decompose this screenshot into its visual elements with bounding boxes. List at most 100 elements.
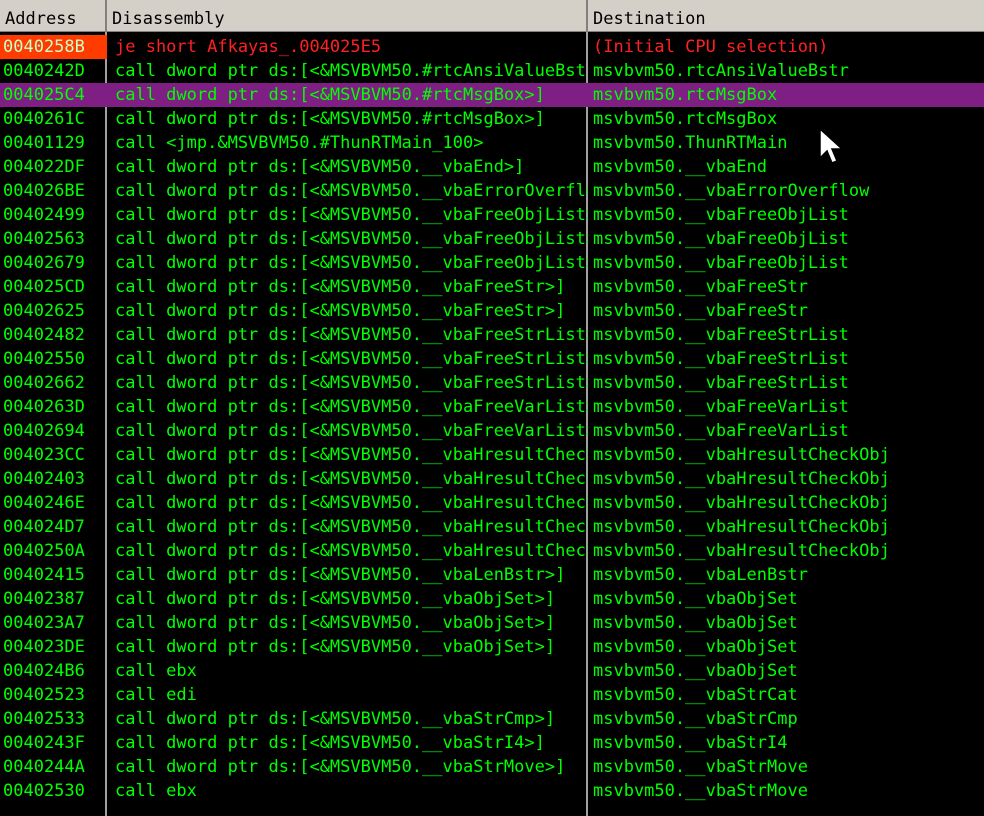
row-destination[interactable]: msvbvm50.__vbaObjSet [588, 611, 984, 635]
row-address[interactable]: 0040246E [0, 491, 107, 515]
row-address[interactable]: 00402625 [0, 299, 107, 323]
table-row[interactable]: 004023A7 call dword ptr ds:[<&MSVBVM50.__… [0, 611, 984, 635]
table-row[interactable]: 004026BE call dword ptr ds:[<&MSVBVM50.__… [0, 179, 984, 203]
row-disassembly[interactable]: call dword ptr ds:[<&MSVBVM50.__vbaHresu… [107, 539, 588, 563]
row-destination[interactable]: msvbvm50.rtcMsgBox [588, 107, 984, 131]
table-row[interactable]: 00402563 call dword ptr ds:[<&MSVBVM50.__… [0, 227, 984, 251]
row-disassembly[interactable]: call dword ptr ds:[<&MSVBVM50.__vbaObjSe… [107, 587, 588, 611]
table-row[interactable]: 00402482 call dword ptr ds:[<&MSVBVM50.__… [0, 323, 984, 347]
table-row[interactable]: 00402679 call dword ptr ds:[<&MSVBVM50.__… [0, 251, 984, 275]
column-header-destination[interactable]: Destination [588, 0, 984, 32]
row-disassembly[interactable]: call dword ptr ds:[<&MSVBVM50.__vbaFreeS… [107, 299, 588, 323]
row-disassembly[interactable]: call dword ptr ds:[<&MSVBVM50.__vbaFreeS… [107, 371, 588, 395]
row-disassembly[interactable]: call dword ptr ds:[<&MSVBVM50.#rtcMsgBox… [107, 107, 588, 131]
row-disassembly[interactable]: call dword ptr ds:[<&MSVBVM50.#rtcMsgBox… [107, 83, 588, 107]
table-row[interactable]: 00402523 call edi msvbvm50.__vbaStrCat [0, 683, 984, 707]
table-row[interactable]: 004024B6 call ebx msvbvm50.__vbaObjSet [0, 659, 984, 683]
table-row[interactable]: 00402530 call ebx msvbvm50.__vbaStrMove [0, 779, 984, 803]
row-destination[interactable]: msvbvm50.__vbaStrCmp [588, 707, 984, 731]
row-address[interactable]: 00402563 [0, 227, 107, 251]
row-disassembly[interactable]: je short Afkayas_.004025E5 [107, 35, 588, 59]
row-address[interactable]: 00402550 [0, 347, 107, 371]
row-destination[interactable]: msvbvm50.__vbaFreeStr [588, 299, 984, 323]
row-destination[interactable]: msvbvm50.__vbaFreeStr [588, 275, 984, 299]
row-address[interactable]: 0040243F [0, 731, 107, 755]
row-address[interactable]: 004023A7 [0, 611, 107, 635]
row-destination[interactable]: msvbvm50.__vbaFreeObjList [588, 251, 984, 275]
table-row[interactable]: 0040246E call dword ptr ds:[<&MSVBVM50.__… [0, 491, 984, 515]
row-disassembly[interactable]: call dword ptr ds:[<&MSVBVM50.__vbaFreeS… [107, 275, 588, 299]
row-destination[interactable]: (Initial CPU selection) [588, 35, 984, 59]
row-destination[interactable]: msvbvm50.__vbaFreeVarList [588, 395, 984, 419]
row-destination[interactable]: msvbvm50.__vbaHresultCheckObj [588, 539, 984, 563]
row-disassembly[interactable]: call dword ptr ds:[<&MSVBVM50.__vbaHresu… [107, 515, 588, 539]
row-destination[interactable]: msvbvm50.__vbaFreeStrList [588, 371, 984, 395]
row-disassembly[interactable]: call dword ptr ds:[<&MSVBVM50.__vbaObjSe… [107, 635, 588, 659]
table-row[interactable]: 0040244A call dword ptr ds:[<&MSVBVM50.__… [0, 755, 984, 779]
table-row[interactable]: 0040243F call dword ptr ds:[<&MSVBVM50.__… [0, 731, 984, 755]
table-row[interactable]: 0040263D call dword ptr ds:[<&MSVBVM50.__… [0, 395, 984, 419]
row-address[interactable]: 00402530 [0, 779, 107, 803]
row-destination[interactable]: msvbvm50.__vbaHresultCheckObj [588, 515, 984, 539]
row-address[interactable]: 00402679 [0, 251, 107, 275]
row-disassembly[interactable]: call dword ptr ds:[<&MSVBVM50.__vbaStrI4… [107, 731, 588, 755]
table-row[interactable]: 00402625 call dword ptr ds:[<&MSVBVM50.__… [0, 299, 984, 323]
row-address[interactable]: 0040263D [0, 395, 107, 419]
row-address[interactable]: 004024D7 [0, 515, 107, 539]
column-header-address[interactable]: Address [0, 0, 107, 32]
row-destination[interactable]: msvbvm50.__vbaStrCat [588, 683, 984, 707]
row-destination[interactable]: msvbvm50.rtcMsgBox [588, 83, 984, 107]
table-row[interactable]: 00402550 call dword ptr ds:[<&MSVBVM50.__… [0, 347, 984, 371]
row-address[interactable]: 004022DF [0, 155, 107, 179]
table-row[interactable]: 004023CC call dword ptr ds:[<&MSVBVM50.__… [0, 443, 984, 467]
row-address[interactable]: 00402403 [0, 467, 107, 491]
row-address[interactable]: 004023DE [0, 635, 107, 659]
row-address[interactable]: 00402523 [0, 683, 107, 707]
row-disassembly[interactable]: call dword ptr ds:[<&MSVBVM50.__vbaHresu… [107, 467, 588, 491]
table-row[interactable]: 00402533 call dword ptr ds:[<&MSVBVM50.__… [0, 707, 984, 731]
table-row[interactable]: 0040242D call dword ptr ds:[<&MSVBVM50.#r… [0, 59, 984, 83]
row-destination[interactable]: msvbvm50.__vbaStrMove [588, 755, 984, 779]
row-destination[interactable]: msvbvm50.__vbaEnd [588, 155, 984, 179]
row-disassembly[interactable]: call dword ptr ds:[<&MSVBVM50.__vbaFreeV… [107, 395, 588, 419]
row-destination[interactable]: msvbvm50.rtcAnsiValueBstr [588, 59, 984, 83]
row-address[interactable]: 004025C4 [0, 83, 107, 107]
column-header-disassembly[interactable]: Disassembly [107, 0, 588, 32]
row-disassembly[interactable]: call ebx [107, 659, 588, 683]
table-row[interactable]: 004025C4 call dword ptr ds:[<&MSVBVM50.#r… [0, 83, 984, 107]
row-disassembly[interactable]: call dword ptr ds:[<&MSVBVM50.__vbaHresu… [107, 491, 588, 515]
row-destination[interactable]: msvbvm50.__vbaHresultCheckObj [588, 491, 984, 515]
row-disassembly[interactable]: call dword ptr ds:[<&MSVBVM50.__vbaHresu… [107, 443, 588, 467]
row-disassembly[interactable]: call dword ptr ds:[<&MSVBVM50.#rtcAnsiVa… [107, 59, 588, 83]
row-disassembly[interactable]: call dword ptr ds:[<&MSVBVM50.__vbaStrCm… [107, 707, 588, 731]
row-address[interactable]: 00401129 [0, 131, 107, 155]
row-address[interactable]: 00402533 [0, 707, 107, 731]
row-address[interactable]: 00402662 [0, 371, 107, 395]
row-disassembly[interactable]: call dword ptr ds:[<&MSVBVM50.__vbaStrMo… [107, 755, 588, 779]
row-address[interactable]: 0040258B [0, 35, 107, 59]
row-address[interactable]: 00402482 [0, 323, 107, 347]
row-destination[interactable]: msvbvm50.__vbaStrI4 [588, 731, 984, 755]
row-disassembly[interactable]: call dword ptr ds:[<&MSVBVM50.__vbaFreeV… [107, 419, 588, 443]
row-address[interactable]: 0040261C [0, 107, 107, 131]
row-disassembly[interactable]: call edi [107, 683, 588, 707]
row-disassembly[interactable]: call dword ptr ds:[<&MSVBVM50.__vbaObjSe… [107, 611, 588, 635]
row-address[interactable]: 004025CD [0, 275, 107, 299]
row-destination[interactable]: msvbvm50.__vbaFreeObjList [588, 227, 984, 251]
row-destination[interactable]: msvbvm50.__vbaObjSet [588, 635, 984, 659]
row-address[interactable]: 0040244A [0, 755, 107, 779]
row-destination[interactable]: msvbvm50.__vbaFreeStrList [588, 323, 984, 347]
row-destination[interactable]: msvbvm50.__vbaFreeStrList [588, 347, 984, 371]
row-disassembly[interactable]: call dword ptr ds:[<&MSVBVM50.__vbaFreeS… [107, 347, 588, 371]
row-destination[interactable]: msvbvm50.__vbaLenBstr [588, 563, 984, 587]
table-row[interactable]: 00402694 call dword ptr ds:[<&MSVBVM50.__… [0, 419, 984, 443]
row-disassembly[interactable]: call dword ptr ds:[<&MSVBVM50.__vbaError… [107, 179, 588, 203]
row-address[interactable]: 0040242D [0, 59, 107, 83]
row-disassembly[interactable]: call dword ptr ds:[<&MSVBVM50.__vbaFreeO… [107, 227, 588, 251]
table-row[interactable]: 00402499 call dword ptr ds:[<&MSVBVM50.__… [0, 203, 984, 227]
table-row[interactable]: 004023DE call dword ptr ds:[<&MSVBVM50.__… [0, 635, 984, 659]
row-address[interactable]: 004024B6 [0, 659, 107, 683]
table-row[interactable]: 00402403 call dword ptr ds:[<&MSVBVM50.__… [0, 467, 984, 491]
row-address[interactable]: 00402387 [0, 587, 107, 611]
row-destination[interactable]: msvbvm50.__vbaHresultCheckObj [588, 443, 984, 467]
